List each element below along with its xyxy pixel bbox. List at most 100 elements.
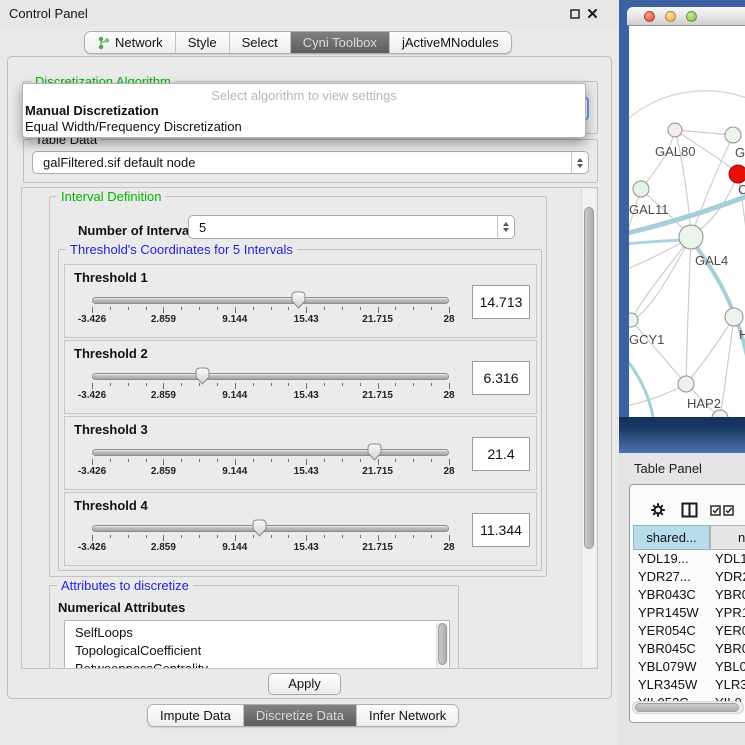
cell-shared-name[interactable]: YBR043C <box>638 587 696 602</box>
minimize-window-icon[interactable] <box>665 11 676 22</box>
node-bottom-cut[interactable] <box>712 410 728 417</box>
slider-tick <box>181 459 182 462</box>
node-gal11[interactable] <box>633 181 649 197</box>
slider-tick <box>449 535 450 541</box>
table-hscrollbar-thumb[interactable] <box>635 703 739 712</box>
cell-name[interactable]: YBL0 <box>715 659 745 674</box>
cell-name[interactable]: YBR0 <box>715 641 745 656</box>
table-row[interactable]: YBR045C YBR0 <box>630 641 745 659</box>
node-right-h[interactable] <box>725 308 743 326</box>
table-row[interactable]: YLR345W YLR3 <box>630 677 745 695</box>
cell-shared-name[interactable]: YDR27... <box>638 569 691 584</box>
attribute-item-topologicalcoefficient[interactable]: TopologicalCoefficient <box>65 642 449 660</box>
numerical-attributes-list[interactable]: SelfLoopsTopologicalCoefficientBetweenne… <box>64 620 450 669</box>
tab-impute-data[interactable]: Impute Data <box>148 705 244 726</box>
table-row[interactable]: YBR043C YBR0 <box>630 587 745 605</box>
cell-shared-name[interactable]: YLR345W <box>638 677 697 692</box>
network-edge <box>686 237 691 384</box>
cell-shared-name[interactable]: YPR145W <box>638 605 699 620</box>
table-hscrollbar[interactable] <box>632 701 744 714</box>
tab-style[interactable]: Style <box>176 32 230 53</box>
node-gal4[interactable] <box>679 225 703 249</box>
attributes-list-scrollbar[interactable] <box>436 623 448 669</box>
cell-name[interactable]: YLR3 <box>715 677 745 692</box>
network-canvas[interactable]: GAL80GACGAL11GAL4GCY1HHAP2 <box>629 26 745 417</box>
slider-track[interactable] <box>92 449 449 456</box>
cell-name[interactable]: YBR0 <box>715 587 745 602</box>
table-panel: shared... na YDL19... YDL1 YDR27... YDR2 YBR… <box>629 484 745 723</box>
tab-select[interactable]: Select <box>230 32 291 53</box>
column-header-name[interactable]: na <box>710 525 745 550</box>
threshold-value-field[interactable]: 14.713 <box>472 285 530 319</box>
combo-stepper-icon[interactable] <box>571 152 588 173</box>
threshold-slider[interactable]: -3.4262.8599.14415.4321.71528 <box>92 293 449 327</box>
node-upper-right[interactable] <box>725 127 741 143</box>
slider-thumb[interactable] <box>367 443 382 461</box>
node-gcy1[interactable] <box>629 313 638 327</box>
table-row[interactable]: YPR145W YPR1 <box>630 605 745 623</box>
slider-thumb[interactable] <box>252 519 267 537</box>
gear-icon[interactable] <box>650 502 666 518</box>
threshold-value-field[interactable]: 21.4 <box>472 437 530 471</box>
close-panel-icon[interactable] <box>587 8 598 19</box>
slider-thumb[interactable] <box>291 291 306 309</box>
popup-option-manual-discretization[interactable]: Manual Discretization <box>23 103 585 119</box>
column-header-shared-name[interactable]: shared... <box>633 525 710 550</box>
slider-track[interactable] <box>92 297 449 304</box>
tab-discretize-data[interactable]: Discretize Data <box>244 705 357 726</box>
tab-infer-network[interactable]: Infer Network <box>357 705 458 726</box>
apply-button[interactable]: Apply <box>268 673 341 695</box>
threshold-slider[interactable]: -3.4262.8599.14415.4321.71528 <box>92 521 449 555</box>
slider-track[interactable] <box>92 525 449 532</box>
slider-tick <box>271 307 272 310</box>
slider-tick <box>288 307 289 310</box>
settings-scrollbar[interactable] <box>581 189 596 667</box>
zoom-window-icon[interactable] <box>686 11 697 22</box>
cell-name[interactable]: YDL1 <box>715 551 745 566</box>
threshold-slider[interactable]: -3.4262.8599.14415.4321.71528 <box>92 445 449 479</box>
cell-shared-name[interactable]: YDL19... <box>638 551 689 566</box>
slider-tick <box>342 535 343 538</box>
slider-tick <box>342 459 343 462</box>
slider-thumb[interactable] <box>195 367 210 385</box>
threshold-slider[interactable]: -3.4262.8599.14415.4321.71528 <box>92 369 449 403</box>
settings-scrollbar-thumb[interactable] <box>584 207 594 549</box>
network-window-titlebar[interactable] <box>627 7 745 26</box>
popup-option-equal-width-frequency-discretization[interactable]: Equal Width/Frequency Discretization <box>23 119 585 135</box>
attribute-item-selfloops[interactable]: SelfLoops <box>65 624 449 642</box>
spinner-stepper-icon[interactable] <box>497 216 514 238</box>
slider-tick <box>146 307 147 310</box>
node-gal80[interactable] <box>668 123 682 137</box>
cell-name[interactable]: YER0 <box>715 623 745 638</box>
slider-track[interactable] <box>92 373 449 380</box>
cell-shared-name[interactable]: YBL079W <box>638 659 697 674</box>
close-window-icon[interactable] <box>644 11 655 22</box>
tab-network[interactable]: Network <box>85 32 176 53</box>
threshold-value-field[interactable]: 11.344 <box>472 513 530 547</box>
attribute-item-betweennesscentrality[interactable]: BetweennessCentrality <box>65 660 449 669</box>
slider-tick <box>395 307 396 310</box>
float-panel-icon[interactable] <box>570 9 580 19</box>
table-row[interactable]: YDR27... YDR2 <box>630 569 745 587</box>
tab-cyni-toolbox[interactable]: Cyni Toolbox <box>291 32 390 53</box>
table-row[interactable]: YER054C YER0 <box>630 623 745 641</box>
threshold-label: Threshold 3 <box>74 422 148 437</box>
threshold-value-field[interactable]: 6.316 <box>472 361 530 395</box>
number-of-intervals-spinner[interactable]: 5 <box>188 215 515 239</box>
cell-name[interactable]: YDR2 <box>715 569 745 584</box>
slider-tick <box>288 459 289 462</box>
node-hap2[interactable] <box>678 376 694 392</box>
cell-shared-name[interactable]: YBR045C <box>638 641 696 656</box>
cell-shared-name[interactable]: YER054C <box>638 623 696 638</box>
tab-jactivemnodules[interactable]: jActiveMNodules <box>390 32 511 53</box>
table-row[interactable]: YBL079W YBL0 <box>630 659 745 677</box>
node-red-selected[interactable] <box>729 165 745 183</box>
cell-name[interactable]: YPR1 <box>715 605 745 620</box>
slider-tick <box>92 459 93 465</box>
slider-tick <box>360 535 361 538</box>
split-columns-icon[interactable] <box>681 502 698 518</box>
checkbox-icons[interactable] <box>710 505 736 516</box>
slider-tick <box>92 307 93 313</box>
table-data-combobox[interactable]: galFiltered.sif default node <box>32 151 589 174</box>
table-row[interactable]: YDL19... YDL1 <box>630 551 745 569</box>
